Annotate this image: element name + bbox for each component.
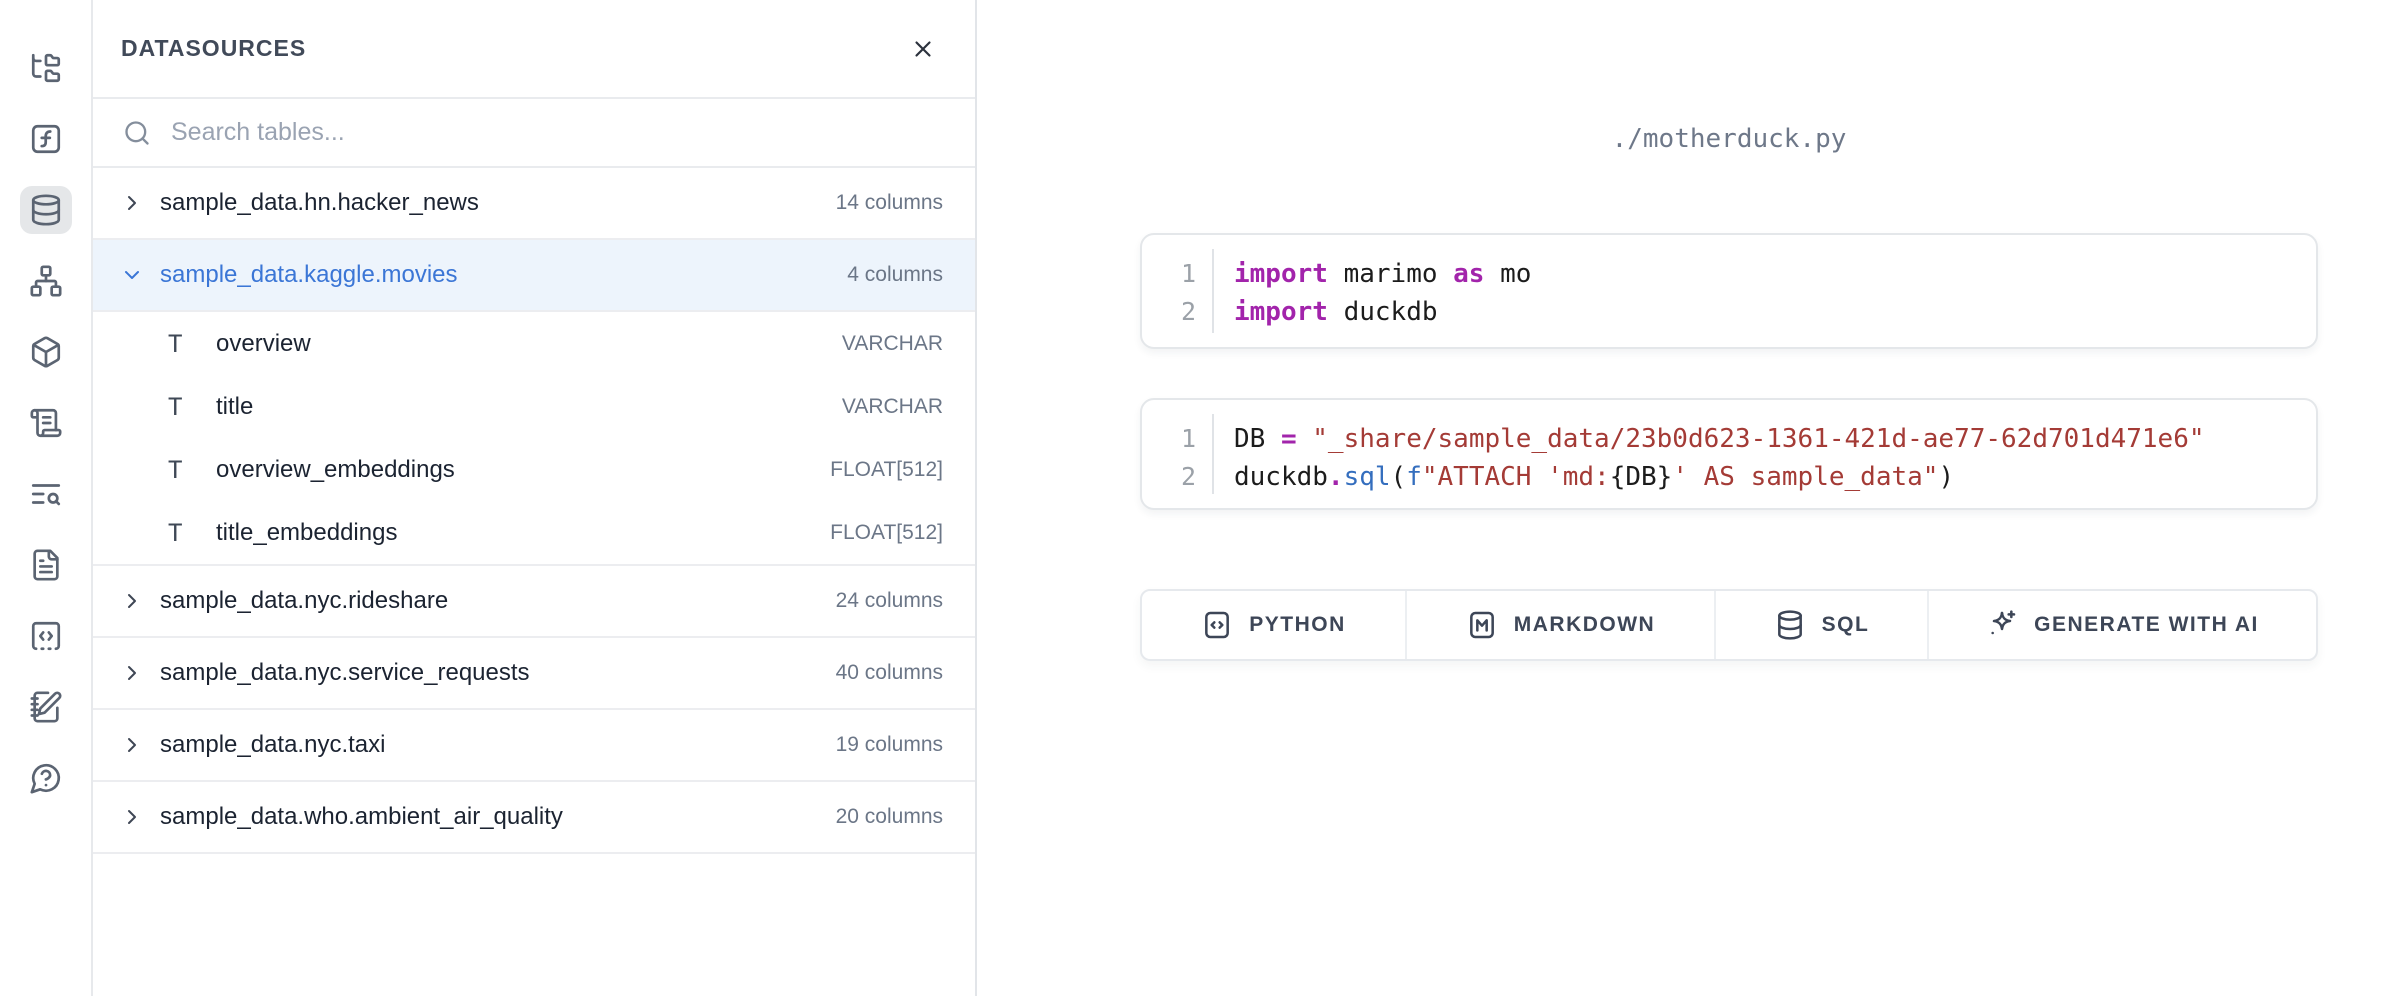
code-editor[interactable]: import marimo as moimport duckdb <box>1214 235 1531 347</box>
table-column-count: 24 columns <box>836 589 943 613</box>
snippets-icon <box>29 619 63 653</box>
sparkles-icon <box>1986 609 2018 641</box>
column-name: overview <box>216 330 842 358</box>
column-name: title <box>216 393 842 421</box>
column-row[interactable]: T title_embeddings FLOAT[512] <box>93 501 975 564</box>
add-cell-toolbar: PYTHON MARKDOWN SQL GENERATE WITH AI <box>1140 589 2318 661</box>
table-name: sample_data.nyc.taxi <box>160 731 836 759</box>
chevron-right-icon <box>120 733 144 757</box>
sidebar-item-packages[interactable] <box>20 328 72 376</box>
column-type: FLOAT[512] <box>830 521 943 545</box>
varchar-type-icon: T <box>168 456 194 484</box>
search-icon <box>123 119 151 147</box>
chevron-right-icon <box>120 661 144 685</box>
variables-icon <box>29 122 63 156</box>
table-name: sample_data.nyc.service_requests <box>160 659 836 687</box>
sidebar-item-scratchpad[interactable] <box>20 683 72 731</box>
table-name: sample_data.who.ambient_air_quality <box>160 803 836 831</box>
varchar-type-icon: T <box>168 393 194 421</box>
column-row[interactable]: T overview VARCHAR <box>93 312 975 375</box>
marimo-app: DATASOURCES sample_data.hn.hacker_news 1… <box>0 0 2399 996</box>
chevron-right-icon <box>120 191 144 215</box>
sidebar-item-variables[interactable] <box>20 115 72 163</box>
column-name: title_embeddings <box>216 519 830 547</box>
add-python-cell-button[interactable]: PYTHON <box>1142 591 1407 659</box>
table-search <box>93 99 975 168</box>
sidebar-item-help[interactable] <box>20 754 72 802</box>
markdown-icon <box>1466 609 1498 641</box>
column-group: T overview VARCHAR T title VARCHAR T ove… <box>93 312 975 566</box>
datasources-icon <box>29 193 63 227</box>
table-row[interactable]: sample_data.hn.hacker_news 14 columns <box>93 168 975 240</box>
table-name: sample_data.nyc.rideshare <box>160 587 836 615</box>
chevron-right-icon <box>120 589 144 613</box>
code-cell[interactable]: 12 import marimo as moimport duckdb <box>1140 233 2318 349</box>
sidebar-item-tracing[interactable] <box>20 470 72 518</box>
column-type: VARCHAR <box>842 395 943 419</box>
table-column-count: 14 columns <box>836 191 943 215</box>
column-type: VARCHAR <box>842 332 943 356</box>
logs-icon <box>29 406 63 440</box>
column-row[interactable]: T title VARCHAR <box>93 375 975 438</box>
column-name: overview_embeddings <box>216 456 830 484</box>
table-column-count: 19 columns <box>836 733 943 757</box>
column-row[interactable]: T overview_embeddings FLOAT[512] <box>93 438 975 501</box>
table-row[interactable]: sample_data.who.ambient_air_quality 20 c… <box>93 782 975 854</box>
search-input[interactable] <box>171 118 945 147</box>
line-number-gutter: 12 <box>1142 414 1214 494</box>
datasources-panel: DATASOURCES sample_data.hn.hacker_news 1… <box>93 0 977 996</box>
close-icon <box>910 36 936 62</box>
table-row[interactable]: sample_data.nyc.taxi 19 columns <box>93 710 975 782</box>
sidebar-item-logs[interactable] <box>20 399 72 447</box>
sidebar-item-documentation[interactable] <box>20 541 72 589</box>
help-chat-icon <box>29 761 63 795</box>
varchar-type-icon: T <box>168 330 194 358</box>
activity-bar <box>0 0 93 996</box>
add-sql-cell-button[interactable]: SQL <box>1716 591 1929 659</box>
table-name: sample_data.hn.hacker_news <box>160 189 836 217</box>
sidebar-item-dependency-graph[interactable] <box>20 257 72 305</box>
packages-icon <box>29 335 63 369</box>
dependency-graph-icon <box>29 264 63 298</box>
varchar-type-icon: T <box>168 519 194 547</box>
table-column-count: 20 columns <box>836 805 943 829</box>
page-title: DATASOURCES <box>121 35 306 62</box>
table-row[interactable]: sample_data.kaggle.movies 4 columns <box>93 240 975 312</box>
datasources-panel-header: DATASOURCES <box>93 0 975 99</box>
sidebar-item-datasources[interactable] <box>20 186 72 234</box>
table-column-count: 4 columns <box>847 263 943 287</box>
table-row[interactable]: sample_data.nyc.rideshare 24 columns <box>93 566 975 638</box>
table-row[interactable]: sample_data.nyc.service_requests 40 colu… <box>93 638 975 710</box>
code-square-icon <box>1201 609 1233 641</box>
database-icon <box>1774 609 1806 641</box>
sidebar-item-snippets[interactable] <box>20 612 72 660</box>
code-editor[interactable]: DB = "_share/sample_data/23b0d623-1361-4… <box>1214 400 2205 508</box>
code-cell[interactable]: 12 DB = "_share/sample_data/23b0d623-136… <box>1140 398 2318 510</box>
add-markdown-cell-button[interactable]: MARKDOWN <box>1407 591 1716 659</box>
scratchpad-icon <box>29 690 63 724</box>
line-number-gutter: 12 <box>1142 249 1214 333</box>
notebook-filename[interactable]: ./motherduck.py <box>1140 124 2318 154</box>
chevron-right-icon <box>120 805 144 829</box>
generate-with-ai-button[interactable]: GENERATE WITH AI <box>1929 591 2316 659</box>
table-name: sample_data.kaggle.movies <box>160 261 847 289</box>
file-tree-icon <box>29 51 63 85</box>
trace-search-icon <box>29 477 63 511</box>
close-panel-button[interactable] <box>905 31 941 67</box>
table-list: sample_data.hn.hacker_news 14 columns sa… <box>93 168 975 854</box>
column-type: FLOAT[512] <box>830 458 943 482</box>
documentation-icon <box>29 548 63 582</box>
notebook-area: ./motherduck.py 12 import marimo as moim… <box>977 0 2399 996</box>
table-column-count: 40 columns <box>836 661 943 685</box>
sidebar-item-file-explorer[interactable] <box>20 44 72 92</box>
chevron-down-icon <box>120 263 144 287</box>
